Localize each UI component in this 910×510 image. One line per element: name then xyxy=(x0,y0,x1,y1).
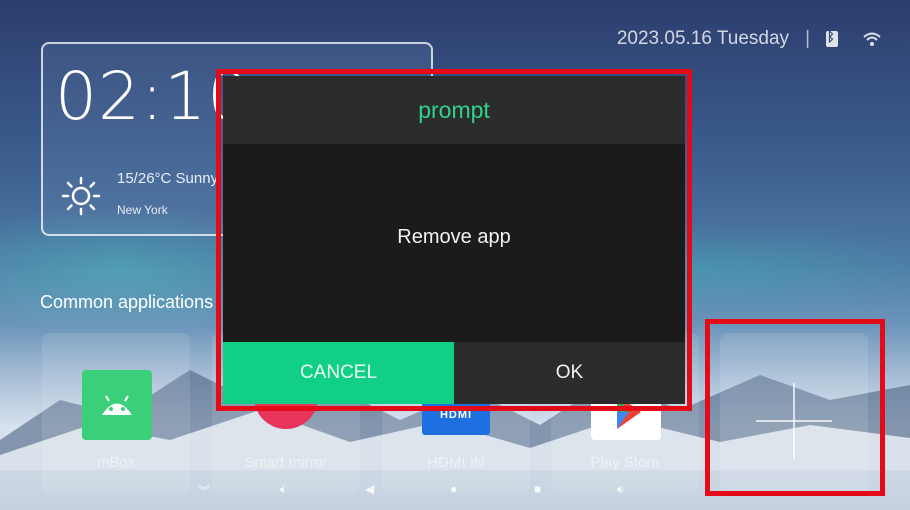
status-separator: | xyxy=(805,28,810,49)
home-icon[interactable]: ● xyxy=(450,482,457,496)
volume-down-icon[interactable]: 🔈︎ xyxy=(280,482,287,497)
app-label: HDMI IN xyxy=(427,454,485,471)
sun-icon xyxy=(61,176,101,216)
weather-city: New York xyxy=(117,203,168,217)
highlight-box-add-tile xyxy=(705,319,885,496)
app-label: Smart mirror xyxy=(244,454,328,471)
app-label: Play Store xyxy=(590,454,660,471)
app-label: mBox xyxy=(96,454,136,471)
bluetooth-icon xyxy=(826,29,838,47)
volume-up-icon[interactable]: 🔉︎ xyxy=(617,482,625,497)
android-icon xyxy=(82,370,152,440)
section-title: Common applications xyxy=(40,292,214,312)
date-text: 2023.05.16 Tuesday xyxy=(616,28,790,49)
recent-icon[interactable]: ■ xyxy=(534,482,541,496)
app-tile-mbox[interactable]: mBox xyxy=(42,333,190,493)
highlight-box-dialog xyxy=(216,69,692,411)
wifi-icon xyxy=(863,32,881,46)
status-bar: 2023.05.16 Tuesday | xyxy=(617,26,882,52)
back-icon[interactable]: ◀ xyxy=(365,482,374,496)
collapse-icon[interactable]: ︾ xyxy=(198,482,210,499)
weather-text: 15/26°C Sunny xyxy=(117,170,219,187)
